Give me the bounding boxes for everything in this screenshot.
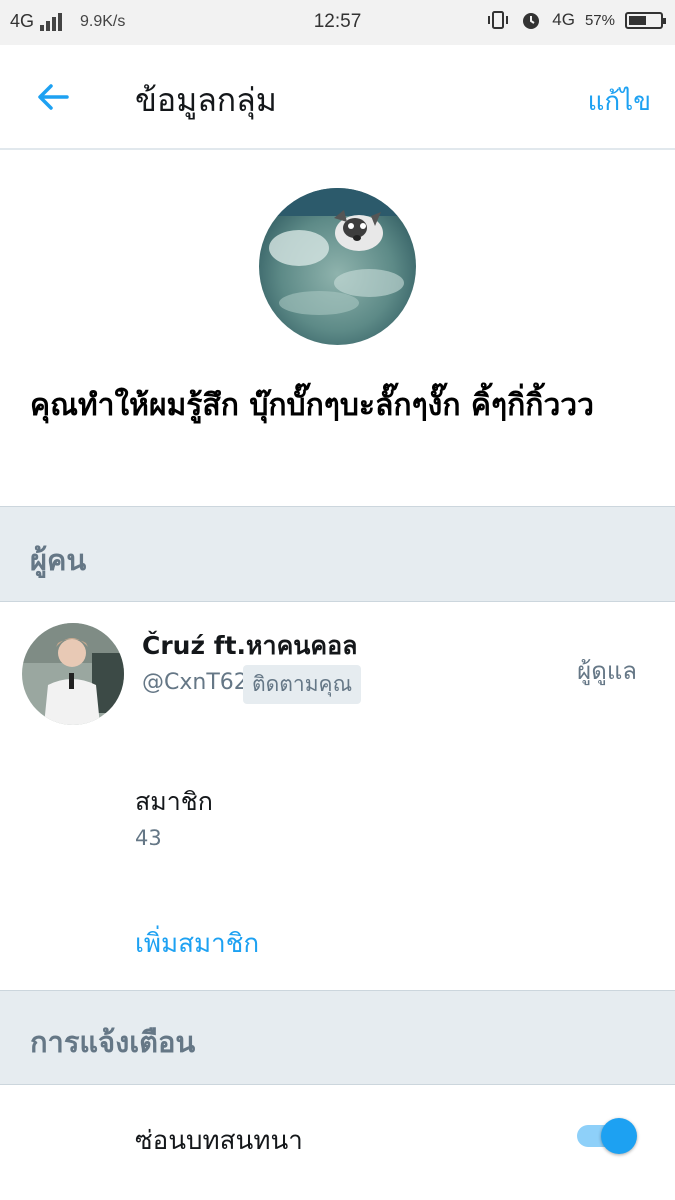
member-avatar[interactable] — [22, 623, 124, 725]
notifications-section-title: การแจ้งเตือน — [30, 1025, 196, 1059]
battery-fill — [629, 15, 646, 25]
battery-percent: 57% — [584, 11, 615, 29]
battery-icon — [625, 11, 666, 29]
status-bar: 4G 9.9K/s 12:57 4G 57% — [0, 0, 675, 45]
group-name: คุณทำให้ผมรู้สึก บุ๊กบั๊กๆบะลั๊กๆงั๊ก คิ… — [30, 388, 594, 423]
group-avatar[interactable] — [259, 188, 416, 345]
add-member-button[interactable]: เพิ่มสมาชิก — [135, 923, 259, 964]
members-label[interactable]: สมาชิก — [135, 782, 213, 822]
hide-conversation-label: ซ่อนบทสนทนา — [135, 1126, 303, 1156]
page-title: ข้อมูลกลุ่ม — [135, 81, 277, 119]
edit-button[interactable]: แก้ไข — [588, 81, 651, 122]
people-section-header: ผู้คน — [0, 506, 675, 602]
member-avatar-image — [22, 623, 124, 725]
member-handle: @CxnT62 — [142, 670, 248, 695]
vibrate-icon — [488, 11, 509, 29]
notifications-section-header: การแจ้งเตือน — [0, 990, 675, 1085]
toggle-knob — [601, 1118, 637, 1154]
network-right-label: 4G — [552, 10, 575, 29]
group-avatar-image — [259, 188, 416, 345]
members-count: 43 — [135, 826, 162, 850]
member-name[interactable]: Čruź ft.หาคนคอล — [142, 626, 357, 666]
status-right: 4G 57% — [486, 9, 666, 31]
app-bar: ข้อมูลกลุ่ม แก้ไข — [0, 45, 675, 150]
member-role: ผู้ดูแล — [577, 657, 637, 685]
follows-you-badge: ติดตามคุณ — [243, 665, 362, 704]
alarm-icon — [523, 13, 540, 29]
people-section-title: ผู้คน — [30, 543, 87, 577]
hide-conversation-toggle[interactable] — [577, 1118, 639, 1154]
back-arrow-icon[interactable] — [35, 79, 71, 115]
